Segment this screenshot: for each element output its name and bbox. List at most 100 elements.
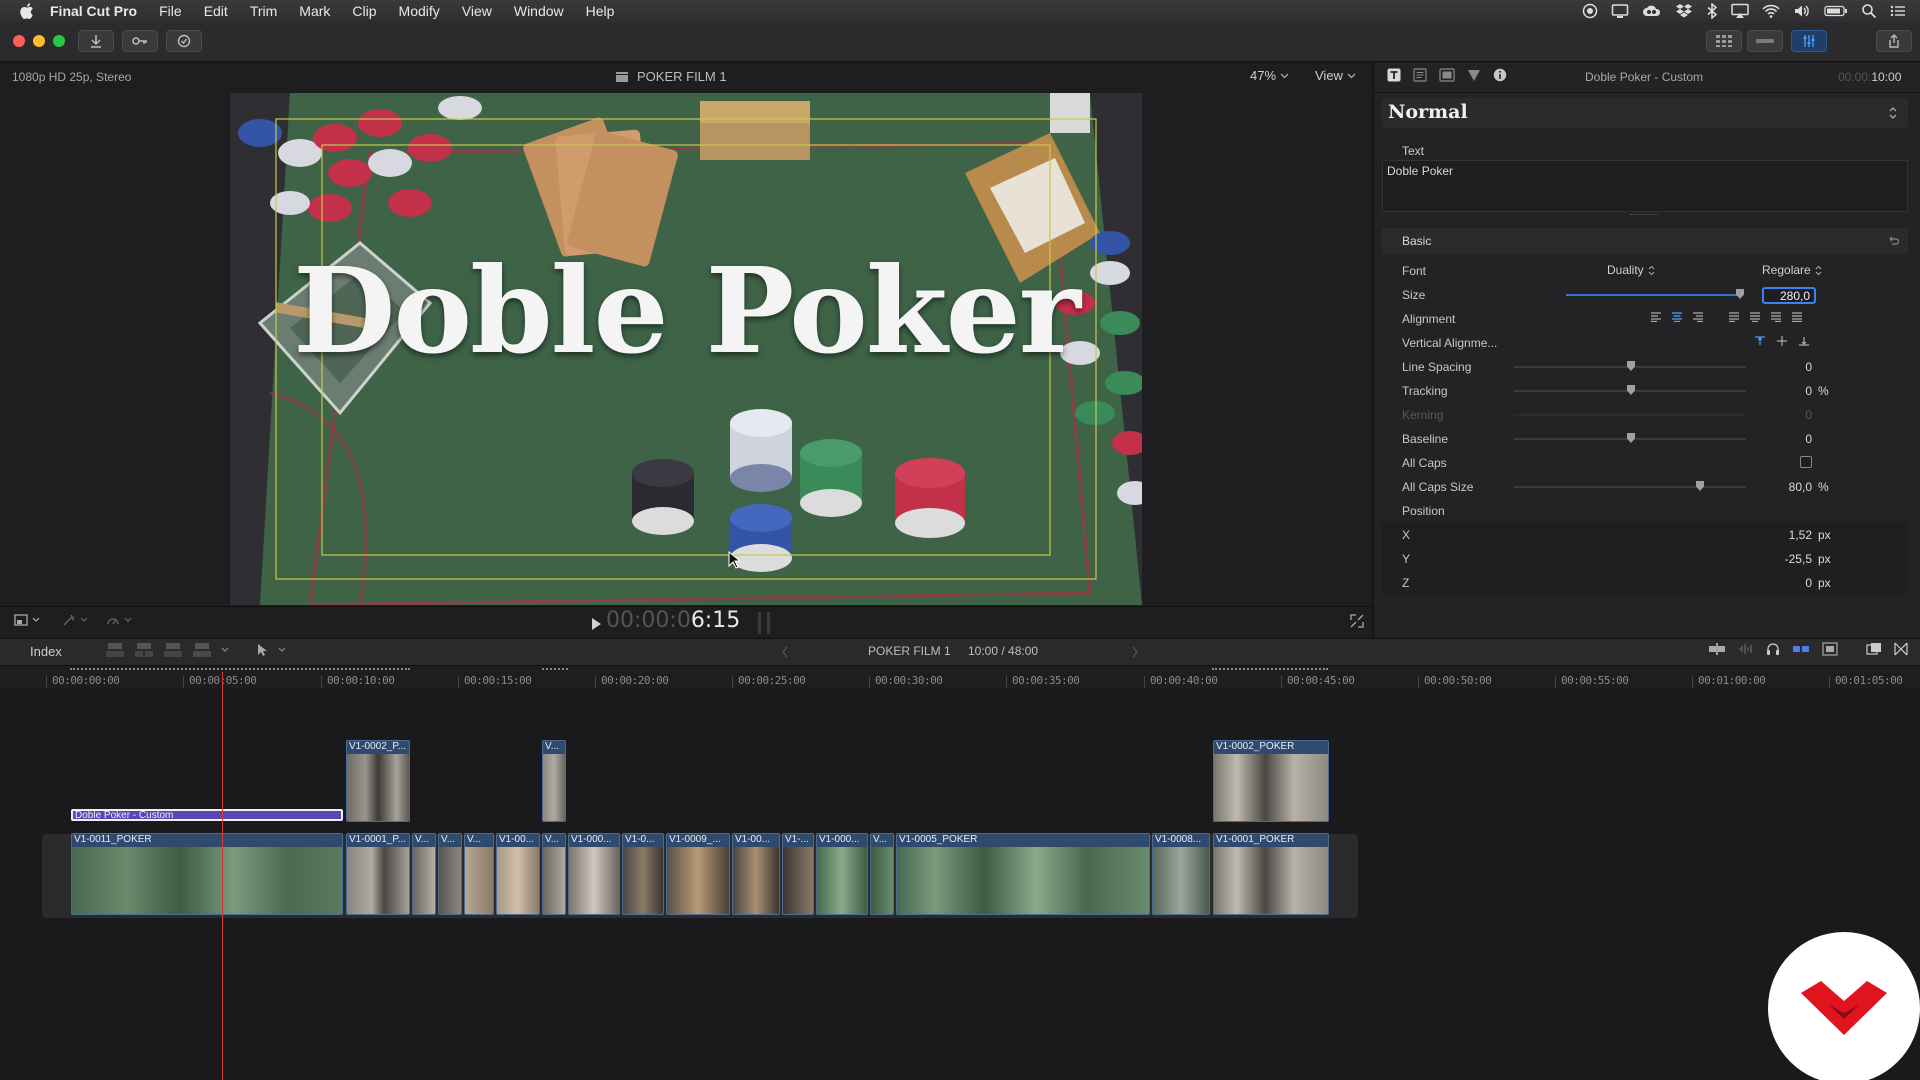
primary-clip[interactable]: V1-0001_P...	[346, 833, 410, 915]
primary-clip[interactable]: V1-0011_POKER	[71, 833, 343, 915]
title-overlay-text[interactable]: Doble Poker	[230, 241, 1142, 380]
volume-icon[interactable]	[1793, 3, 1811, 19]
primary-clip[interactable]: V...	[870, 833, 894, 915]
primary-clip[interactable]: V1-0...	[622, 833, 664, 915]
insert-clip-icon[interactable]	[134, 642, 154, 658]
fullscreen-icon[interactable]	[1350, 614, 1364, 628]
justify-left-icon[interactable]	[1728, 312, 1740, 322]
primary-clip[interactable]: V1-000...	[568, 833, 620, 915]
airplay-icon[interactable]	[1731, 3, 1749, 19]
z-value[interactable]: 0	[1768, 576, 1812, 590]
justify-center-icon[interactable]	[1749, 312, 1761, 322]
keywords-button[interactable]	[122, 30, 158, 52]
primary-clip[interactable]: V1-0008...	[1152, 833, 1210, 915]
timeline-toggle-button[interactable]	[1747, 30, 1783, 52]
effects-browser-icon[interactable]	[1866, 642, 1882, 656]
menu-modify[interactable]: Modify	[399, 3, 440, 19]
clip-appearance-icon[interactable]	[1822, 642, 1838, 656]
import-button[interactable]	[78, 30, 114, 52]
primary-clip[interactable]: V1-000...	[816, 833, 868, 915]
menu-window[interactable]: Window	[514, 3, 564, 19]
enhance-dropdown[interactable]	[62, 614, 88, 626]
primary-clip[interactable]: V1-0005_POKER	[896, 833, 1150, 915]
menu-clip[interactable]: Clip	[352, 3, 376, 19]
timeline-ruler[interactable]: 00:00:00:0000:00:05:0000:00:10:0000:00:1…	[0, 666, 1920, 688]
align-right-icon[interactable]	[1692, 312, 1704, 322]
speed-dropdown[interactable]	[106, 614, 132, 626]
justify-right-icon[interactable]	[1770, 312, 1782, 322]
valign-bottom-icon[interactable]	[1798, 335, 1810, 347]
connected-clip[interactable]: V1-0002_P...	[346, 740, 410, 822]
close-window-button[interactable]	[13, 35, 25, 47]
battery-icon[interactable]	[1824, 3, 1848, 19]
audio-skimming-icon[interactable]	[1738, 642, 1754, 656]
all-caps-size-slider[interactable]	[1514, 486, 1746, 488]
baseline-value[interactable]: 0	[1780, 432, 1812, 446]
view-dropdown[interactable]: View	[1315, 68, 1356, 83]
dropbox-icon[interactable]	[1675, 3, 1693, 19]
menu-edit[interactable]: Edit	[204, 3, 228, 19]
valign-middle-icon[interactable]	[1776, 335, 1788, 347]
bluetooth-icon[interactable]	[1706, 3, 1718, 19]
primary-clip[interactable]: V1-0001_POKER	[1213, 833, 1329, 915]
primary-clip[interactable]: V1-...	[782, 833, 814, 915]
font-family-dropdown[interactable]: Duality	[1607, 263, 1655, 277]
inspector-toggle-button[interactable]	[1791, 30, 1827, 52]
apple-icon[interactable]	[18, 2, 36, 20]
primary-clip[interactable]: V...	[542, 833, 566, 915]
zoom-window-button[interactable]	[53, 35, 65, 47]
app-menu[interactable]: Final Cut Pro	[50, 3, 137, 19]
primary-clip[interactable]: V...	[438, 833, 462, 915]
index-button[interactable]: Index	[30, 644, 62, 659]
primary-clip[interactable]: V1-0009_...	[666, 833, 730, 915]
justify-all-icon[interactable]	[1791, 312, 1803, 322]
record-icon[interactable]	[1582, 3, 1598, 19]
size-input[interactable]: 280,0	[1762, 287, 1816, 304]
primary-clip[interactable]: V...	[464, 833, 494, 915]
skimming-icon[interactable]	[1708, 642, 1726, 656]
info-icon[interactable]	[1493, 68, 1507, 82]
primary-clip[interactable]: V1-00...	[732, 833, 780, 915]
align-left-icon[interactable]	[1650, 312, 1662, 322]
primary-clip[interactable]: V1-00...	[496, 833, 540, 915]
menu-file[interactable]: File	[159, 3, 182, 19]
color-inspector-icon[interactable]	[1467, 68, 1481, 82]
line-spacing-value[interactable]: 0	[1780, 360, 1812, 374]
display-icon[interactable]	[1611, 3, 1629, 19]
zoom-dropdown[interactable]: 47%	[1250, 68, 1289, 83]
menu-mark[interactable]: Mark	[299, 3, 330, 19]
align-center-icon[interactable]	[1671, 312, 1683, 322]
tracking-value[interactable]: 0	[1780, 384, 1812, 398]
connected-clip[interactable]: V1-0002_POKER	[1213, 740, 1329, 822]
text-inspector-icon[interactable]	[1387, 68, 1401, 82]
menu-help[interactable]: Help	[586, 3, 615, 19]
chevron-down-icon[interactable]	[278, 647, 286, 653]
chevron-down-icon[interactable]	[221, 647, 229, 653]
transitions-browser-icon[interactable]	[1894, 642, 1908, 656]
size-slider[interactable]	[1566, 294, 1741, 296]
valign-top-icon[interactable]	[1754, 335, 1766, 347]
text-field[interactable]: Doble Poker	[1382, 160, 1908, 212]
font-style-dropdown[interactable]: Regolare	[1762, 263, 1822, 277]
play-icon[interactable]	[590, 617, 602, 631]
playhead[interactable]	[222, 672, 223, 1080]
snapping-icon[interactable]	[1792, 642, 1810, 656]
primary-clip[interactable]: V...	[412, 833, 436, 915]
video-frame[interactable]: Doble Poker	[230, 93, 1142, 605]
select-tool-icon[interactable]	[257, 643, 269, 657]
connected-clip[interactable]: V...	[542, 740, 566, 822]
back-arrow-icon[interactable]	[781, 646, 789, 658]
connect-clip-icon[interactable]	[105, 642, 125, 658]
style-preset-dropdown[interactable]: Normal	[1382, 98, 1908, 128]
video-inspector-icon[interactable]	[1439, 68, 1455, 82]
append-clip-icon[interactable]	[163, 642, 183, 658]
title-inspector-icon[interactable]	[1413, 68, 1427, 82]
creative-cloud-icon[interactable]	[1642, 3, 1662, 19]
overwrite-clip-icon[interactable]	[192, 642, 212, 658]
menu-view[interactable]: View	[462, 3, 492, 19]
basic-section-header[interactable]: Basic	[1382, 228, 1908, 254]
all-caps-size-value[interactable]: 80,0	[1768, 480, 1812, 494]
headphones-icon[interactable]	[1766, 642, 1780, 656]
forward-arrow-icon[interactable]	[1131, 646, 1139, 658]
wifi-icon[interactable]	[1762, 3, 1780, 19]
